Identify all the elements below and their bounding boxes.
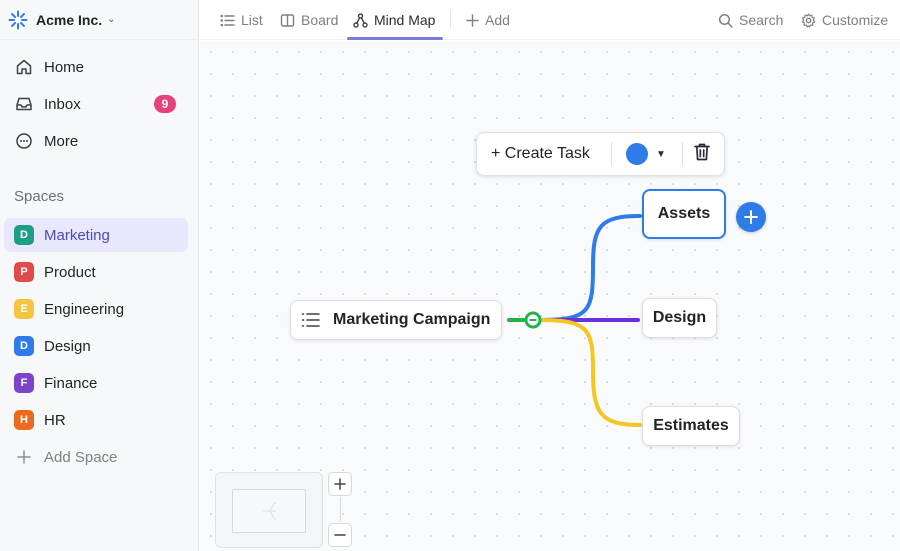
mind-map-icon: [353, 12, 368, 28]
space-avatar: D: [14, 225, 34, 245]
minimap-preview: [263, 502, 277, 520]
add-view-button[interactable]: Add: [466, 0, 510, 40]
plus-icon: [14, 447, 34, 467]
space-label: Engineering: [44, 300, 125, 318]
zoom-in-button[interactable]: [328, 472, 352, 496]
divider: [681, 142, 683, 166]
divider: [611, 142, 612, 166]
add-space-label: Add Space: [44, 448, 118, 466]
chevron-down-icon: ⌄: [107, 14, 116, 25]
space-label: Finance: [44, 374, 98, 392]
mind-map-root-node[interactable]: Marketing Campaign: [290, 300, 502, 340]
more-icon: [14, 131, 34, 151]
board-icon: [280, 13, 295, 27]
nav-inbox[interactable]: Inbox 9: [4, 87, 188, 121]
spaces-heading: Spaces: [14, 188, 65, 205]
customize-button[interactable]: Customize: [801, 0, 888, 40]
customize-label: Customize: [822, 12, 889, 28]
list-icon: [301, 313, 320, 327]
zoom-track: [340, 497, 341, 521]
nav-home-label: Home: [44, 58, 85, 76]
add-view-label: Add: [485, 12, 510, 28]
space-label: Marketing: [44, 226, 110, 244]
space-avatar: H: [14, 410, 34, 430]
space-item-hr[interactable]: H HR: [4, 403, 188, 437]
node-color-picker[interactable]: [626, 143, 648, 165]
search-label: Search: [739, 12, 784, 28]
tab-mind-map-label: Mind Map: [374, 12, 436, 28]
space-label: HR: [44, 411, 66, 429]
nav-home[interactable]: Home: [4, 50, 188, 84]
workspace-name: Acme Inc.: [36, 11, 103, 28]
inbox-count-badge: 9: [154, 95, 176, 113]
tab-board-label: Board: [301, 12, 339, 28]
mind-map-node-estimates[interactable]: Estimates: [642, 406, 740, 446]
zoom-out-button[interactable]: [328, 523, 352, 547]
minimap[interactable]: [215, 472, 323, 548]
mind-map-canvas[interactable]: Marketing Campaign Assets Design Estimat…: [200, 41, 900, 551]
workspace-switcher[interactable]: Acme Inc. ⌄: [0, 0, 198, 40]
create-task-button[interactable]: + Create Task: [477, 145, 611, 163]
trash-icon[interactable]: [693, 142, 711, 167]
tab-list[interactable]: List: [220, 0, 263, 40]
inbox-icon: [14, 94, 34, 114]
home-icon: [14, 57, 34, 77]
space-avatar: D: [14, 336, 34, 356]
space-item-finance[interactable]: F Finance: [4, 366, 188, 400]
space-item-engineering[interactable]: E Engineering: [4, 292, 188, 326]
add-space-button[interactable]: Add Space: [4, 440, 188, 474]
minimap-viewport[interactable]: [232, 489, 306, 533]
minus-icon: [334, 534, 346, 536]
space-avatar: E: [14, 299, 34, 319]
caret-down-icon[interactable]: ▼: [656, 149, 666, 160]
divider: [450, 10, 451, 28]
active-tab-indicator: [347, 37, 443, 40]
plus-icon: [466, 13, 479, 27]
plus-icon: [334, 478, 346, 490]
plus-icon: [744, 210, 758, 224]
space-item-product[interactable]: P Product: [4, 255, 188, 289]
gear-icon: [801, 12, 816, 28]
tab-board[interactable]: Board: [280, 0, 338, 40]
nav-more[interactable]: More: [4, 124, 188, 158]
add-child-node-button[interactable]: [736, 202, 766, 232]
sidebar: Acme Inc. ⌄ Home Inbox 9 More Spaces D M…: [0, 0, 199, 551]
view-tabs-bar: List Board Mind Map Add Search Customize: [200, 0, 900, 40]
space-item-design[interactable]: D Design: [4, 329, 188, 363]
search-button[interactable]: Search: [718, 0, 783, 40]
space-label: Product: [44, 263, 96, 281]
node-label: Estimates: [653, 417, 729, 434]
tab-mind-map[interactable]: Mind Map: [353, 0, 435, 40]
space-avatar: P: [14, 262, 34, 282]
space-avatar: F: [14, 373, 34, 393]
workspace-logo-icon: [8, 10, 28, 29]
node-toolbar: + Create Task ▼: [476, 132, 725, 176]
root-node-label: Marketing Campaign: [333, 311, 491, 328]
search-icon: [718, 13, 733, 28]
list-icon: [220, 14, 235, 26]
nav-inbox-label: Inbox: [44, 95, 81, 113]
space-item-marketing[interactable]: D Marketing: [4, 218, 188, 252]
nav-more-label: More: [44, 132, 79, 150]
node-label: Design: [652, 309, 707, 326]
space-label: Design: [44, 337, 91, 355]
node-label: Assets: [657, 205, 711, 222]
mind-map-node-design[interactable]: Design: [642, 298, 717, 338]
tab-list-label: List: [241, 12, 263, 28]
mind-map-node-assets[interactable]: Assets: [642, 189, 726, 239]
